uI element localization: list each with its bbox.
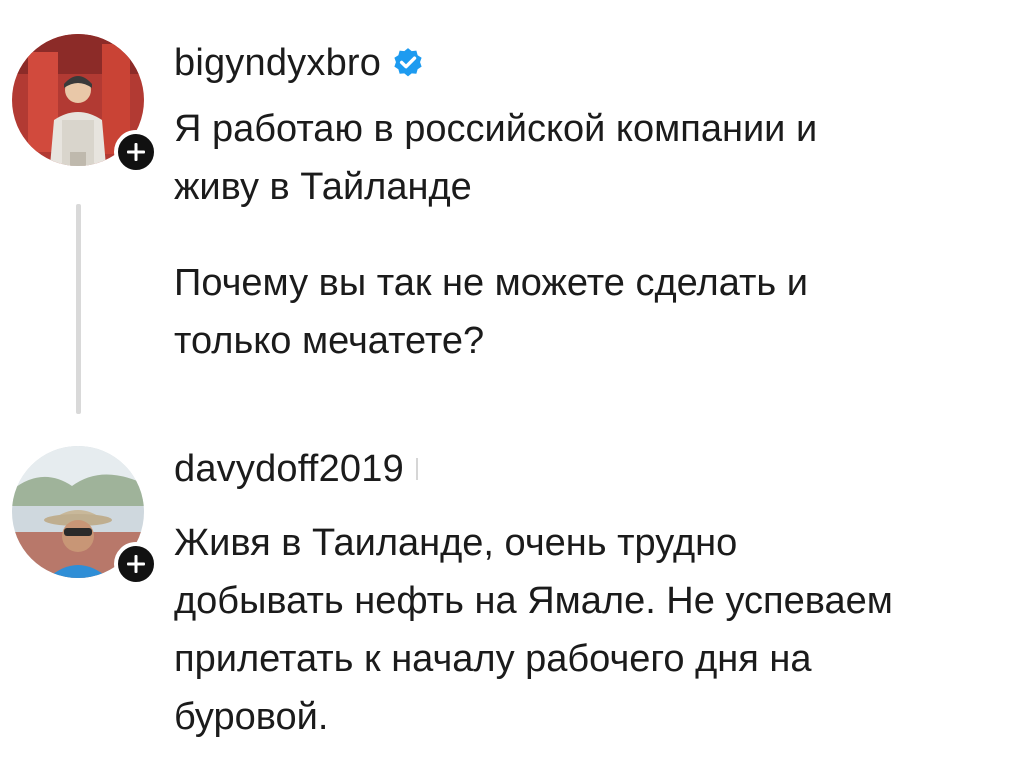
follow-button[interactable]: [114, 130, 158, 174]
comment-line: живу в Тайланде: [174, 166, 472, 208]
comment-text: Я работаю в российской компании и живу в…: [174, 100, 817, 216]
plus-icon: [127, 555, 145, 573]
verified-badge-icon: [391, 46, 425, 80]
plus-icon: [127, 143, 145, 161]
comment-line: Я работаю в российской компании и: [174, 108, 818, 150]
avatar-button[interactable]: [12, 446, 158, 586]
comment-line: только мечатете?: [174, 320, 485, 362]
comment-line: Почему вы так не можете сделать и: [174, 262, 808, 304]
username-link[interactable]: davydoff2019: [174, 444, 404, 494]
comment-text: Живя в Таиланде, очень трудно добывать н…: [174, 514, 893, 746]
follow-button[interactable]: [114, 542, 158, 586]
username-row: davydoff2019: [174, 444, 418, 494]
comment-line: прилетать к началу рабочего дня на: [174, 638, 812, 680]
avatar-button[interactable]: [12, 34, 158, 174]
username-row: bigyndyxbro: [174, 38, 425, 88]
comment-line: буровой.: [174, 696, 329, 738]
reply-thread-line: [76, 204, 81, 414]
username-link[interactable]: bigyndyxbro: [174, 38, 381, 88]
comment-line: Живя в Таиланде, очень трудно: [174, 522, 738, 564]
comment-text: Почему вы так не можете сделать и только…: [174, 254, 808, 370]
text-cursor: [415, 458, 418, 480]
comment-line: добывать нефть на Ямале. Не успеваем: [174, 580, 893, 622]
